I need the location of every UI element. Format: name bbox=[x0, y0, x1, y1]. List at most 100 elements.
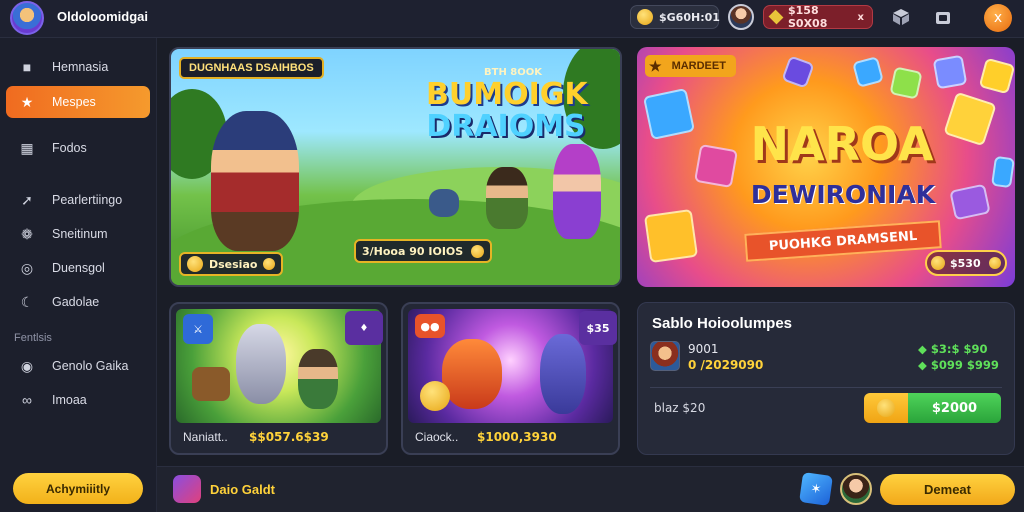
coin-icon bbox=[877, 399, 895, 417]
close-icon-glyph: x bbox=[993, 10, 1003, 26]
grid-icon: ▦ bbox=[20, 139, 34, 156]
hero-badge-left[interactable]: Dsesiao bbox=[179, 252, 284, 276]
mage-character bbox=[553, 144, 601, 239]
game-card[interactable]: ⚔ ♦ Naniatt.. $$057.6$39 bbox=[169, 302, 388, 455]
promo-ribbon: PUOHKG DRAMSENL bbox=[744, 220, 942, 262]
featured-game-card[interactable]: DUGNHAAS DSAIHBOS BTH 8OOK BUMOIGK DRAIO… bbox=[169, 47, 622, 287]
fox-character bbox=[442, 339, 502, 409]
sidebar-item-0[interactable]: ■ Hemnasia bbox=[6, 51, 150, 83]
warrior-character bbox=[211, 111, 299, 251]
arrow-icon: ➚ bbox=[21, 191, 33, 208]
promo-tag: ★ MARDEET bbox=[645, 55, 736, 77]
sidebar-item-3[interactable]: ➚ Pearlertiingo bbox=[6, 184, 150, 216]
coin-icon bbox=[471, 244, 485, 258]
panel-green-value: ◆ $099 $999 bbox=[918, 358, 999, 372]
sidebar-item-section-1[interactable]: ∞ Imoaa bbox=[6, 384, 150, 416]
player-avatar[interactable] bbox=[650, 341, 680, 371]
card-corner-badge-label: ♦ bbox=[359, 322, 369, 334]
gem-decoration bbox=[781, 55, 815, 89]
gem-icon: ◆ bbox=[918, 358, 927, 372]
bottom-action-button[interactable]: Demeat bbox=[880, 474, 1015, 505]
sidebar-cta-button[interactable]: Achymiiitly bbox=[13, 473, 143, 504]
creature-character bbox=[429, 189, 459, 217]
hero-title-line1: BUMOIGK bbox=[426, 77, 588, 112]
sword-icon: ⚔ bbox=[183, 314, 213, 344]
buy-button[interactable]: $2000 bbox=[908, 393, 1001, 423]
leaderboard-panel: Sablo Hoioolumpes 9001 0 /2029090 ◆ $3:$… bbox=[637, 302, 1015, 455]
promo-title: NAROA bbox=[750, 117, 934, 171]
ranger-character bbox=[486, 167, 528, 229]
promo-price-badge[interactable]: $530 bbox=[925, 250, 1007, 276]
coin-icon bbox=[931, 256, 945, 270]
hero-badge-right[interactable]: 3/Hooa 90 IOIOS bbox=[354, 239, 493, 263]
sidebar: ■ Hemnasia ★ Mespes ▦ Fodos ➚ Pearlertii… bbox=[0, 38, 157, 512]
wolf-character bbox=[236, 324, 286, 404]
hero-title: BUMOIGK DRAIOMS bbox=[426, 77, 588, 143]
game-app-icon[interactable] bbox=[173, 475, 201, 503]
sidebar-section-label: Fentlsis bbox=[14, 332, 52, 344]
coin-icon bbox=[420, 381, 450, 411]
divider bbox=[650, 387, 1002, 388]
coin-balance-value: $G60H:01 bbox=[659, 10, 720, 24]
cat-character bbox=[540, 334, 586, 414]
player-amount: 0 /2029090 bbox=[688, 358, 764, 372]
box-icon[interactable] bbox=[891, 7, 911, 27]
bottom-bar: Daio Galdt ✶ Demeat bbox=[157, 466, 1024, 512]
sidebar-item-section-0[interactable]: ◉ Genolo Gaika bbox=[6, 350, 150, 382]
sidebar-item-label: Genolo Gaika bbox=[52, 359, 129, 373]
top-bar: Oldoloomidgai $G60H:01 $158 S0X08 x x bbox=[0, 0, 1024, 38]
gem-decoration bbox=[943, 91, 997, 147]
panel-green-value: ◆ $3:$ $90 bbox=[918, 342, 988, 356]
avatar[interactable] bbox=[840, 473, 872, 505]
gem-decoration bbox=[643, 208, 699, 264]
sidebar-item-1[interactable]: ★ Mespes bbox=[6, 86, 150, 118]
gem-close-icon[interactable]: x bbox=[858, 12, 864, 23]
gem-balance[interactable]: $158 S0X08 x bbox=[763, 4, 873, 30]
coin-icon bbox=[637, 9, 653, 25]
sidebar-item-label: Imoaa bbox=[52, 393, 87, 407]
coin-balance[interactable]: $G60H:01 bbox=[630, 5, 720, 29]
coin-icon bbox=[187, 256, 203, 272]
panel-title: Sablo Hoioolumpes bbox=[652, 315, 793, 332]
star-icon: ★ bbox=[649, 57, 662, 74]
sidebar-item-2[interactable]: ▦ Fodos bbox=[6, 132, 150, 164]
sidebar-item-label: Fodos bbox=[52, 141, 87, 155]
gamepad-icon: ●● bbox=[415, 314, 445, 338]
circle-icon: ◉ bbox=[20, 357, 34, 374]
chest-decoration bbox=[192, 367, 230, 401]
promo-card[interactable]: ★ MARDEET NAROA DEWIRONIAK PUOHKG DRAMSE… bbox=[637, 47, 1015, 287]
game-card[interactable]: ●● $35 Ciaock.. $1000,3930 bbox=[401, 302, 620, 455]
bag-icon[interactable] bbox=[933, 7, 953, 27]
gem-decoration bbox=[932, 54, 968, 90]
gem-decoration bbox=[852, 56, 884, 88]
card-corner-badge: $35 bbox=[579, 311, 617, 345]
leaf-icon: ❁ bbox=[21, 225, 33, 242]
game-card-caption: Ciaock.. bbox=[415, 430, 459, 444]
avatar[interactable] bbox=[728, 4, 754, 30]
player-name: 9001 bbox=[688, 342, 719, 356]
link-icon: ∞ bbox=[22, 392, 32, 408]
card-corner-badge: ♦ bbox=[345, 311, 383, 345]
app-logo[interactable] bbox=[10, 1, 44, 35]
gem-decoration bbox=[978, 57, 1015, 95]
game-card-caption: Naniatt.. bbox=[183, 430, 228, 444]
coin-icon bbox=[263, 258, 276, 270]
game-card-price: $$057.6$39 bbox=[249, 430, 329, 444]
gem-decoration bbox=[889, 66, 923, 100]
sidebar-item-label: Mespes bbox=[52, 95, 96, 109]
sidebar-item-5[interactable]: ◎ Duensgol bbox=[6, 252, 150, 284]
gem-icon: ◆ bbox=[918, 342, 927, 356]
star-icon: ★ bbox=[20, 93, 34, 110]
gem-decoration bbox=[642, 87, 696, 141]
moon-icon: ☾ bbox=[20, 293, 34, 310]
gem-balance-value: $158 S0X08 bbox=[788, 4, 828, 30]
hero-badge-left-label: Dsesiao bbox=[209, 257, 258, 271]
gem-icon[interactable]: ✶ bbox=[799, 472, 833, 506]
sidebar-item-label: Gadolae bbox=[52, 295, 100, 309]
coin-button[interactable] bbox=[864, 393, 908, 423]
sidebar-item-4[interactable]: ❁ Sneitinum bbox=[6, 218, 150, 250]
panel-label: blaz $20 bbox=[654, 401, 706, 415]
sidebar-item-6[interactable]: ☾ Gadolae bbox=[6, 286, 150, 318]
close-icon[interactable]: x bbox=[984, 4, 1012, 32]
sidebar-item-label: Sneitinum bbox=[52, 227, 108, 241]
